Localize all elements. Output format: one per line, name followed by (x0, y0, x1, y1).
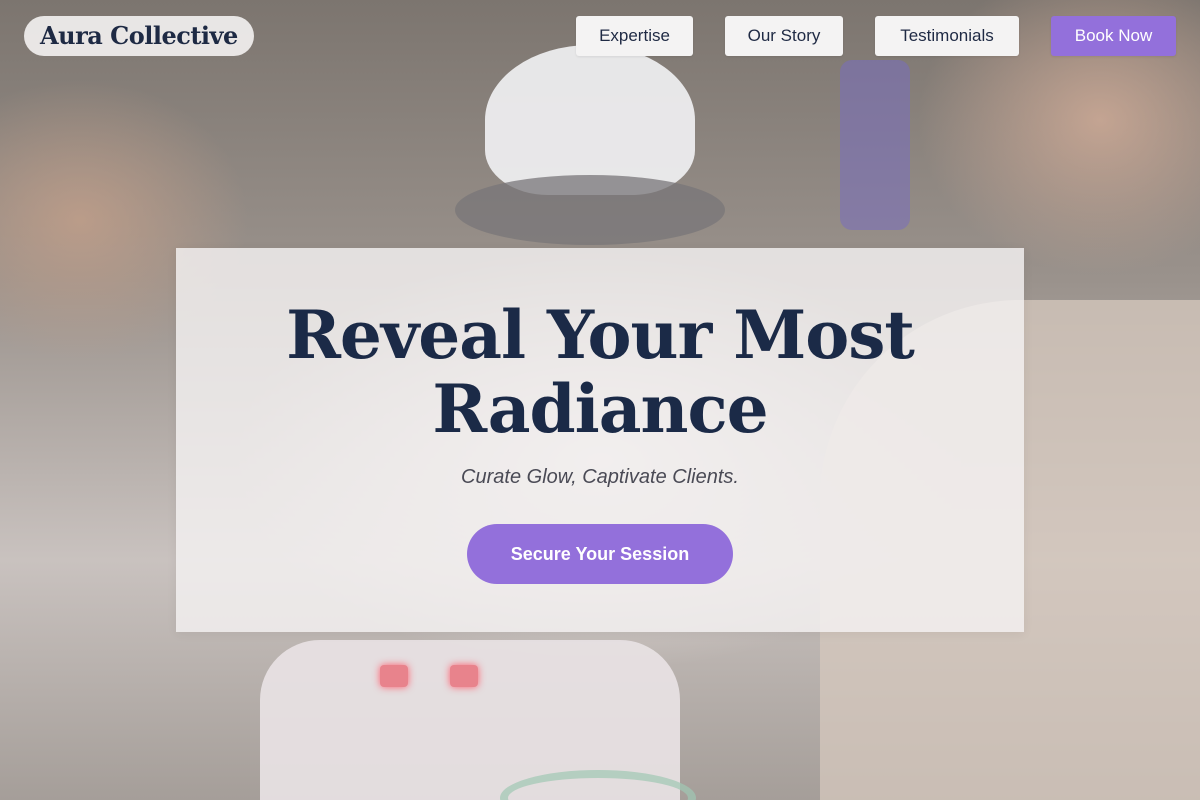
hero-title: Reveal Your Most Radiance (176, 298, 1024, 446)
background-cup-base-shape (455, 175, 725, 245)
book-now-button[interactable]: Book Now (1051, 16, 1176, 56)
nav-testimonials-button[interactable]: Testimonials (875, 16, 1019, 56)
nav-expertise-button[interactable]: Expertise (576, 16, 693, 56)
hero-subtitle: Curate Glow, Captivate Clients. (461, 466, 739, 488)
nav-our-story-button[interactable]: Our Story (725, 16, 843, 56)
top-navigation: Aura Collective Expertise Our Story Test… (0, 0, 1200, 72)
hero-title-line-2: Radiance (432, 370, 768, 448)
background-bottle-shape (840, 60, 910, 230)
background-lamp-leds (380, 665, 490, 695)
brand-logo[interactable]: Aura Collective (24, 16, 254, 56)
hero-card: Reveal Your Most Radiance Curate Glow, C… (176, 248, 1024, 632)
secure-session-button[interactable]: Secure Your Session (467, 524, 733, 584)
hero-title-line-1: Reveal Your Most (286, 296, 915, 374)
